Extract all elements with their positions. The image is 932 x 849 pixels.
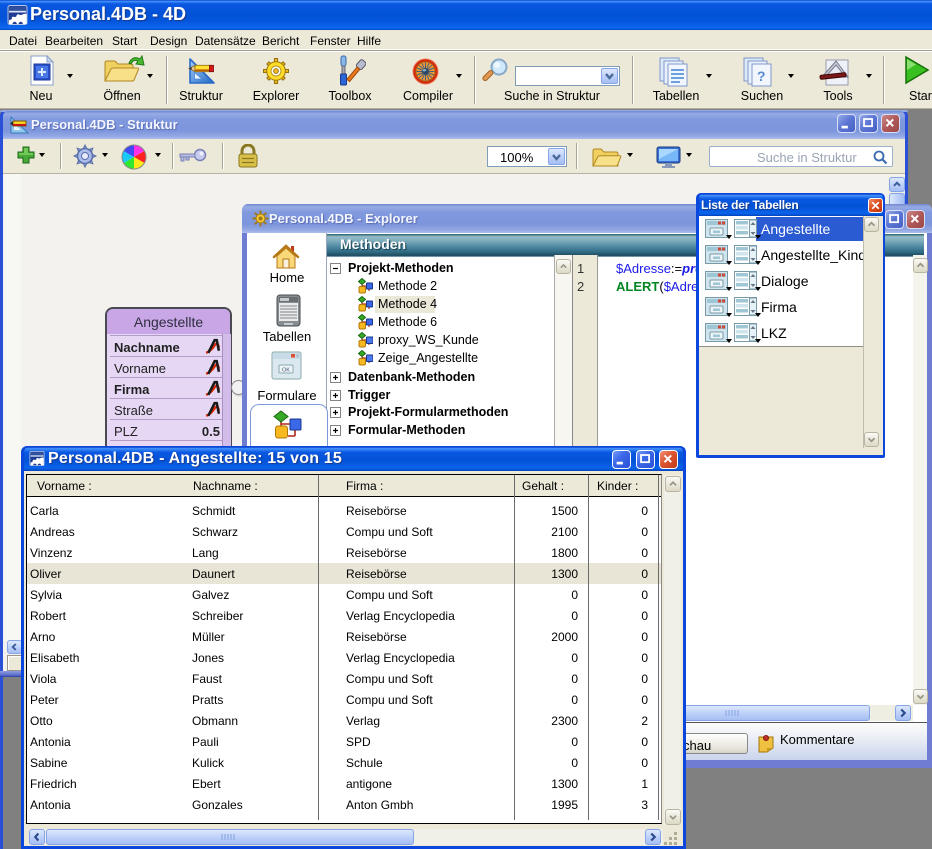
svg-text:OK: OK bbox=[282, 368, 290, 374]
svg-text:?: ? bbox=[757, 68, 766, 84]
